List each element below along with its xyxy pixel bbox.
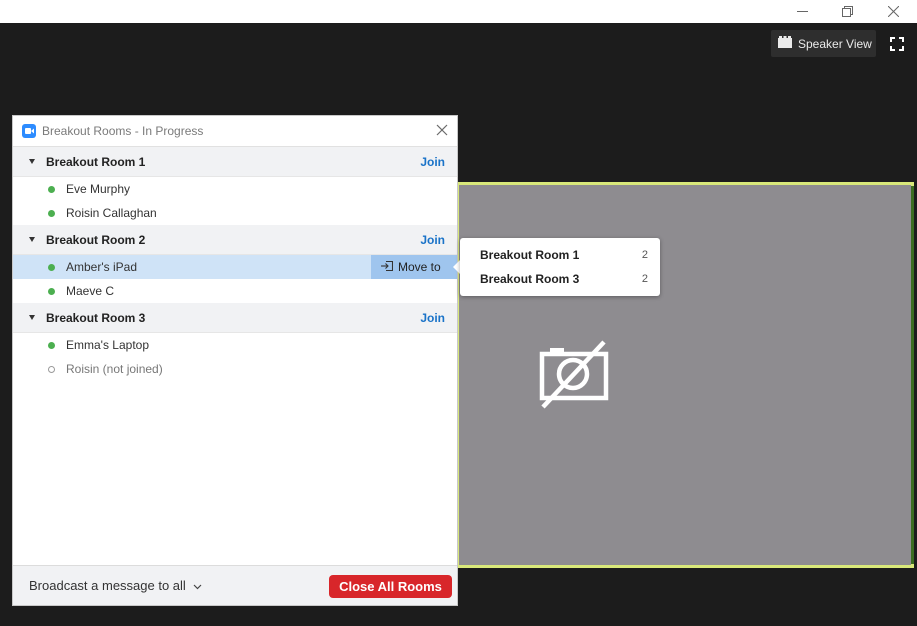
menu-room-name: Breakout Room 3 xyxy=(480,272,580,286)
panel-header: Breakout Rooms - In Progress xyxy=(13,116,457,147)
minimize-icon[interactable] xyxy=(782,0,822,23)
broadcast-dropdown[interactable]: Broadcast a message to all xyxy=(29,578,202,593)
participant-row[interactable]: Amber's iPad Move to xyxy=(13,255,457,279)
join-link-room-3[interactable]: Join xyxy=(420,311,445,325)
window-titlebar xyxy=(0,0,917,23)
close-all-rooms-button[interactable]: Close All Rooms xyxy=(329,575,452,598)
panel-footer: Broadcast a message to all Close All Roo… xyxy=(13,565,457,605)
online-status-icon xyxy=(48,263,55,271)
room-header-1[interactable]: Breakout Room 1 Join xyxy=(13,147,457,177)
flyout-pointer xyxy=(453,260,460,274)
move-to-menu: Breakout Room 1 2 Breakout Room 3 2 xyxy=(460,238,660,296)
participant-name: Eve Murphy xyxy=(66,182,131,196)
zoom-logo-icon xyxy=(22,124,36,138)
room-name: Breakout Room 3 xyxy=(46,310,146,325)
participant-row[interactable]: Roisin (not joined) xyxy=(13,357,457,381)
video-off-icon xyxy=(536,340,612,410)
join-link-room-2[interactable]: Join xyxy=(420,233,445,247)
panel-title: Breakout Rooms - In Progress xyxy=(42,124,204,138)
online-status-icon xyxy=(48,185,55,193)
online-status-icon xyxy=(48,287,55,295)
speaker-view-label: Speaker View xyxy=(798,36,872,51)
participant-row[interactable]: Emma's Laptop xyxy=(13,333,457,357)
video-tile-edge xyxy=(911,186,914,564)
online-status-icon xyxy=(48,209,55,217)
move-to-menu-item[interactable]: Breakout Room 3 2 xyxy=(460,267,660,291)
participant-name: Roisin Callaghan xyxy=(66,206,157,220)
broadcast-label: Broadcast a message to all xyxy=(29,578,186,593)
room-name: Breakout Room 2 xyxy=(46,232,146,247)
move-to-button[interactable]: Move to xyxy=(371,255,457,279)
participant-row[interactable]: Eve Murphy xyxy=(13,177,457,201)
caret-down-icon[interactable] xyxy=(29,159,35,164)
close-icon[interactable] xyxy=(873,0,913,23)
room-header-3[interactable]: Breakout Room 3 Join xyxy=(13,303,457,333)
menu-room-count: 2 xyxy=(641,273,648,285)
breakout-rooms-panel: Breakout Rooms - In Progress Breakout Ro… xyxy=(12,115,458,606)
online-status-icon xyxy=(48,341,55,349)
caret-down-icon[interactable] xyxy=(29,237,35,242)
participant-row[interactable]: Roisin Callaghan xyxy=(13,201,457,225)
grid-view-icon xyxy=(778,36,792,51)
panel-close-icon[interactable] xyxy=(435,123,449,137)
not-joined-status-icon xyxy=(48,365,55,373)
move-to-label: Move to xyxy=(398,260,441,274)
restore-icon[interactable] xyxy=(827,0,867,23)
speaker-view-button[interactable]: Speaker View xyxy=(771,30,876,57)
move-arrow-icon xyxy=(381,260,394,274)
room-name: Breakout Room 1 xyxy=(46,154,146,169)
menu-room-name: Breakout Room 1 xyxy=(480,248,580,262)
menu-room-count: 2 xyxy=(641,249,648,261)
room-header-2[interactable]: Breakout Room 2 Join xyxy=(13,225,457,255)
participant-row[interactable]: Maeve C xyxy=(13,279,457,303)
fullscreen-icon[interactable] xyxy=(886,33,908,55)
participant-name: Roisin (not joined) xyxy=(66,362,163,376)
participant-name: Maeve C xyxy=(66,284,115,298)
participant-name: Amber's iPad xyxy=(66,260,137,274)
chevron-down-icon xyxy=(193,578,202,593)
participant-name: Emma's Laptop xyxy=(66,338,149,352)
caret-down-icon[interactable] xyxy=(29,315,35,320)
move-to-menu-item[interactable]: Breakout Room 1 2 xyxy=(460,243,660,267)
join-link-room-1[interactable]: Join xyxy=(420,155,445,169)
